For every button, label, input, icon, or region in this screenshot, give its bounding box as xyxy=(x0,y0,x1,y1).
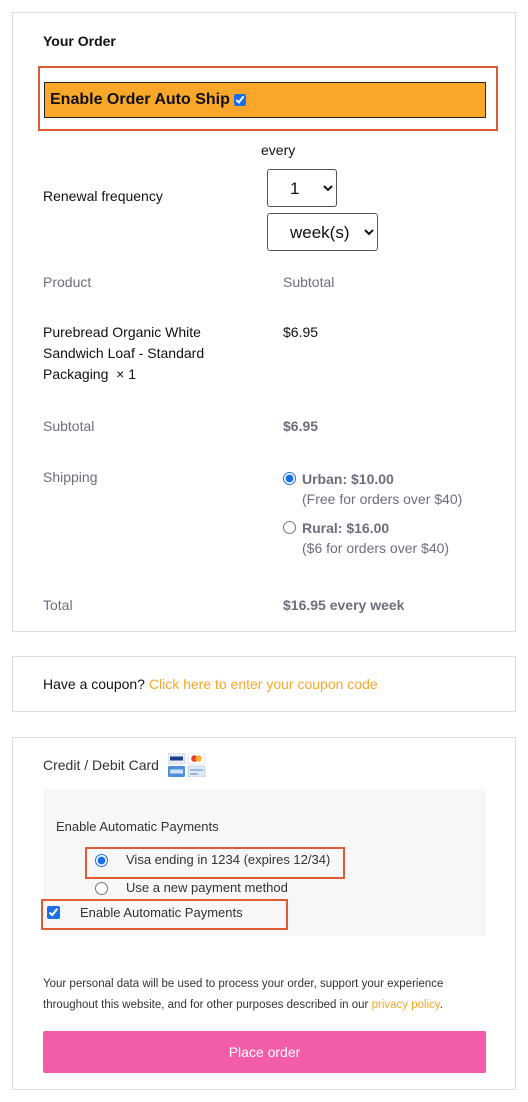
product-price: $6.95 xyxy=(283,324,319,340)
privacy-policy-link[interactable]: privacy policy xyxy=(372,999,440,1011)
autoship-toggle[interactable]: Enable Order Auto Ship xyxy=(44,82,486,118)
product-name-line3: Packaging xyxy=(43,366,109,382)
subtotal-value: $6.95 xyxy=(283,418,319,434)
card-brand-icons xyxy=(168,753,206,777)
shipping-option-urban[interactable]: Urban: $10.00 (Free for orders over $40) xyxy=(283,469,462,509)
new-payment-label: Use a new payment method xyxy=(126,880,288,895)
generic-card-icon xyxy=(187,765,206,777)
order-card: Your Order Enable Order Auto Ship every … xyxy=(12,12,516,632)
amex-icon xyxy=(168,766,185,777)
automatic-payments-title: Enable Automatic Payments xyxy=(56,819,219,834)
shipping-option-rural[interactable]: Rural: $16.00 ($6 for orders over $40) xyxy=(283,518,462,558)
product-header: Product xyxy=(43,274,92,290)
payment-method-label: Credit / Debit Card xyxy=(43,757,159,773)
product-name-line2: Sandwich Loaf - Standard xyxy=(43,345,205,361)
shipping-radio-rural[interactable] xyxy=(283,521,296,534)
auto-payments-toggle[interactable]: Enable Automatic Payments xyxy=(47,905,243,920)
mastercard-icon xyxy=(187,753,206,765)
coupon-link[interactable]: Click here to enter your coupon code xyxy=(149,676,378,692)
new-payment-radio[interactable] xyxy=(95,882,108,895)
shipping-urban-label: Urban: $10.00 xyxy=(302,471,394,487)
shipping-rural-note: ($6 for orders over $40) xyxy=(302,540,450,556)
frequency-number-select[interactable]: 1 xyxy=(267,169,337,207)
place-order-button[interactable]: Place order xyxy=(43,1031,486,1073)
frequency-unit-select[interactable]: week(s) xyxy=(267,213,378,251)
auto-payments-label: Enable Automatic Payments xyxy=(80,905,243,920)
auto-payments-checkbox[interactable] xyxy=(47,906,60,919)
product-name: Purebread Organic White Sandwich Loaf - … xyxy=(43,322,243,385)
payment-card: Credit / Debit Card Enable Automatic Pay… xyxy=(12,737,516,1090)
product-name-line1: Purebread Organic White xyxy=(43,324,201,340)
autoship-label: Enable Order Auto Ship xyxy=(50,91,230,108)
shipping-urban-note: (Free for orders over $40) xyxy=(302,491,463,507)
saved-card-radio[interactable] xyxy=(95,854,108,867)
every-label: every xyxy=(261,142,296,158)
automatic-payments-box: Enable Automatic Payments Visa ending in… xyxy=(41,789,486,936)
renewal-frequency-label: Renewal frequency xyxy=(43,188,163,204)
shipping-radio-urban[interactable] xyxy=(283,472,296,485)
coupon-card: Have a coupon? Click here to enter your … xyxy=(12,656,516,712)
coupon-line: Have a coupon? Click here to enter your … xyxy=(43,676,378,692)
product-quantity: × 1 xyxy=(116,366,137,382)
shipping-rural-label: Rural: $16.00 xyxy=(302,520,390,536)
visa-icon xyxy=(168,753,186,765)
saved-card-option[interactable]: Visa ending in 1234 (expires 12/34) xyxy=(95,852,330,867)
coupon-prompt: Have a coupon? xyxy=(43,676,145,692)
privacy-notice: Your personal data will be used to proce… xyxy=(43,978,444,1011)
saved-card-label: Visa ending in 1234 (expires 12/34) xyxy=(126,852,331,867)
new-payment-option[interactable]: Use a new payment method xyxy=(95,880,288,895)
total-label: Total xyxy=(43,597,73,613)
subtotal-header: Subtotal xyxy=(283,274,335,290)
shipping-label: Shipping xyxy=(43,469,98,485)
total-value: $16.95 every week xyxy=(283,597,405,613)
shipping-options: Urban: $10.00 (Free for orders over $40)… xyxy=(283,469,462,558)
autoship-checkbox[interactable] xyxy=(233,94,246,106)
order-title: Your Order xyxy=(43,33,116,49)
subtotal-label: Subtotal xyxy=(43,418,95,434)
